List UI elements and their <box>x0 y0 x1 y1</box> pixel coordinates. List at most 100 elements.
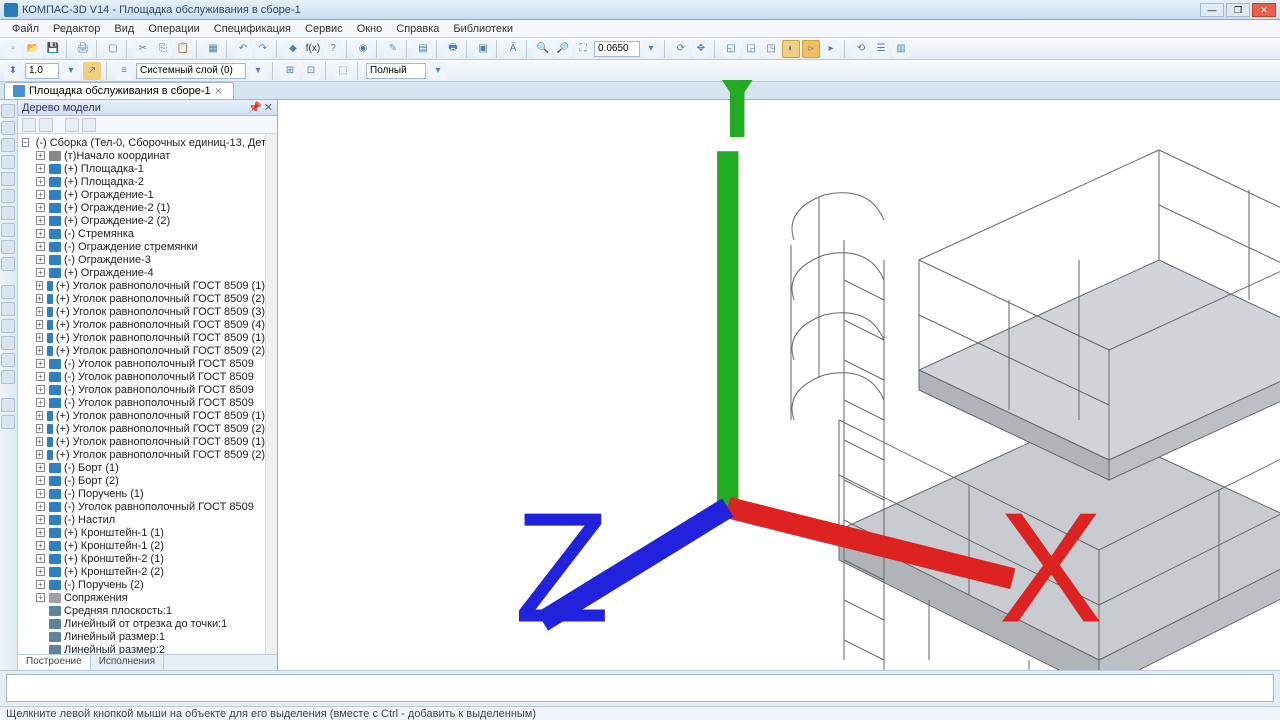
tree-item-label[interactable]: (+) Кронштейн-2 (2) <box>64 566 164 578</box>
tree-item-label[interactable]: (-) Борт (2) <box>64 475 119 487</box>
tree-item-label[interactable]: (+) Ограждение-2 (1) <box>64 202 170 214</box>
strip-btn-12[interactable] <box>1 302 15 316</box>
expand-icon[interactable]: + <box>36 216 45 225</box>
expand-icon[interactable]: − <box>22 138 29 147</box>
open-icon[interactable]: 📂 <box>24 40 42 58</box>
zoom-drop-icon[interactable]: ▾ <box>642 40 660 58</box>
tree-item-label[interactable]: (+) Уголок равнополочный ГОСТ 8509 (1) <box>56 436 265 448</box>
strip-btn-18[interactable] <box>1 415 15 429</box>
brush-icon[interactable]: ✎ <box>384 40 402 58</box>
tree-item-label[interactable]: (+) Ограждение-2 (2) <box>64 215 170 227</box>
var-icon[interactable]: f(x) <box>304 40 322 58</box>
strip-btn-5[interactable] <box>1 172 15 186</box>
menu-window[interactable]: Окно <box>351 21 389 37</box>
config-icon[interactable]: ▥ <box>892 40 910 58</box>
tree-item-label[interactable]: Линейный от отрезка до точки:1 <box>64 618 227 630</box>
expand-icon[interactable]: + <box>36 268 45 277</box>
render-icon[interactable]: ◉ <box>354 40 372 58</box>
view2-icon[interactable]: ◲ <box>742 40 760 58</box>
strip-btn-2[interactable] <box>1 121 15 135</box>
preview-icon[interactable]: ▢ <box>104 40 122 58</box>
expand-icon[interactable]: + <box>36 177 45 186</box>
pan-icon[interactable]: ✥ <box>692 40 710 58</box>
scale-drop-icon[interactable]: ▾ <box>62 62 80 80</box>
save-icon[interactable]: 💾 <box>44 40 62 58</box>
expand-icon[interactable]: + <box>36 346 43 355</box>
rotate-icon[interactable]: ⟳ <box>672 40 690 58</box>
strip-btn-1[interactable] <box>1 104 15 118</box>
expand-icon[interactable]: + <box>36 437 43 446</box>
menu-operations[interactable]: Операции <box>142 21 205 37</box>
strip-btn-4[interactable] <box>1 155 15 169</box>
expand-icon[interactable]: + <box>36 359 45 368</box>
cut-icon[interactable]: ✂ <box>134 40 152 58</box>
tree-item-label[interactable]: (-) Уголок равнополочный ГОСТ 8509 <box>64 501 254 513</box>
tree-item-label[interactable]: (+) Площадка-1 <box>64 163 144 175</box>
expand-icon[interactable]: + <box>36 580 45 589</box>
tree-item-label[interactable]: (+) Кронштейн-2 (1) <box>64 553 164 565</box>
step-icon[interactable]: ↗ <box>83 62 101 80</box>
tree-root-label[interactable]: (-) Сборка (Тел-0, Сборочных единиц-13, … <box>36 137 265 149</box>
menu-file[interactable]: Файл <box>6 21 45 37</box>
expand-icon[interactable]: + <box>36 372 45 381</box>
tree-item-label[interactable]: (+) Площадка-2 <box>64 176 144 188</box>
strip-btn-6[interactable] <box>1 189 15 203</box>
expand-icon[interactable]: + <box>36 242 45 251</box>
tree-item-label[interactable]: (-) Поручень (2) <box>64 579 144 591</box>
tree-item-label[interactable]: (+) Уголок равнополочный ГОСТ 8509 (1) <box>56 332 265 344</box>
tree-item-label[interactable]: (-) Настил <box>64 514 115 526</box>
tree-item-label[interactable]: (+) Кронштейн-1 (2) <box>64 540 164 552</box>
tree-scrollbar[interactable] <box>265 134 277 654</box>
expand-icon[interactable]: + <box>36 567 45 576</box>
panel-close-icon[interactable]: ✕ <box>264 101 273 114</box>
ptool-1[interactable] <box>22 118 36 132</box>
strip-btn-16[interactable] <box>1 370 15 384</box>
expand-icon[interactable]: + <box>36 411 43 420</box>
strip-btn-13[interactable] <box>1 319 15 333</box>
menu-edit[interactable]: Редактор <box>47 21 106 37</box>
tree-item-label[interactable]: (-) Борт (1) <box>64 462 119 474</box>
strip-btn-14[interactable] <box>1 336 15 350</box>
strip-btn-10[interactable] <box>1 257 15 271</box>
expand-icon[interactable]: + <box>36 476 45 485</box>
expand-icon[interactable]: + <box>36 554 45 563</box>
expand-icon[interactable]: + <box>36 489 45 498</box>
props-icon[interactable]: ▦ <box>204 40 222 58</box>
ptool-2[interactable] <box>39 118 53 132</box>
expand-icon[interactable]: + <box>36 333 43 342</box>
refresh-icon[interactable]: ⟲ <box>852 40 870 58</box>
model-tree[interactable]: −(-) Сборка (Тел-0, Сборочных единиц-13,… <box>18 134 265 654</box>
expand-icon[interactable]: + <box>36 151 45 160</box>
expand-icon[interactable]: + <box>36 307 43 316</box>
expand-icon[interactable]: + <box>36 229 45 238</box>
expand-icon[interactable]: + <box>36 528 45 537</box>
tab-exec[interactable]: Исполнения <box>91 655 164 670</box>
view5-icon[interactable]: ▹ <box>802 40 820 58</box>
strip-btn-15[interactable] <box>1 353 15 367</box>
tree-item-label[interactable]: (+) Уголок равнополочный ГОСТ 8509 (1) <box>56 410 265 422</box>
menu-libraries[interactable]: Библиотеки <box>447 21 519 37</box>
paste-icon[interactable]: 📋 <box>174 40 192 58</box>
tree-item-label[interactable]: Средняя плоскость:1 <box>64 605 172 617</box>
tree-item-label[interactable]: (-) Поручень (1) <box>64 488 144 500</box>
tree-item-label[interactable]: (+) Уголок равнополочный ГОСТ 8509 (2) <box>56 423 265 435</box>
tree-item-label[interactable]: (-) Уголок равнополочный ГОСТ 8509 <box>64 358 254 370</box>
maximize-button[interactable]: ❐ <box>1226 3 1250 17</box>
expand-icon[interactable]: + <box>36 424 43 433</box>
ptool-3[interactable] <box>65 118 79 132</box>
expand-icon[interactable]: + <box>36 190 45 199</box>
tree-item-label[interactable]: (-) Ограждение стремянки <box>64 241 197 253</box>
snap2-icon[interactable]: ⊡ <box>302 62 320 80</box>
expand-icon[interactable]: + <box>36 463 45 472</box>
menu-spec[interactable]: Спецификация <box>208 21 297 37</box>
expand-icon[interactable]: + <box>36 385 45 394</box>
tree-item-label[interactable]: (+) Уголок равнополочный ГОСТ 8509 (4) <box>56 319 265 331</box>
display-combo[interactable] <box>366 63 426 79</box>
layer-icon[interactable]: ≡ <box>115 62 133 80</box>
expand-icon[interactable]: + <box>36 398 45 407</box>
printer2-icon[interactable]: 🖶 <box>444 40 462 58</box>
tree-item-label[interactable]: (+) Уголок равнополочный ГОСТ 8509 (2) <box>56 449 265 461</box>
dim-icon[interactable]: Ā <box>504 40 522 58</box>
strip-btn-7[interactable] <box>1 206 15 220</box>
strip-btn-17[interactable] <box>1 398 15 412</box>
